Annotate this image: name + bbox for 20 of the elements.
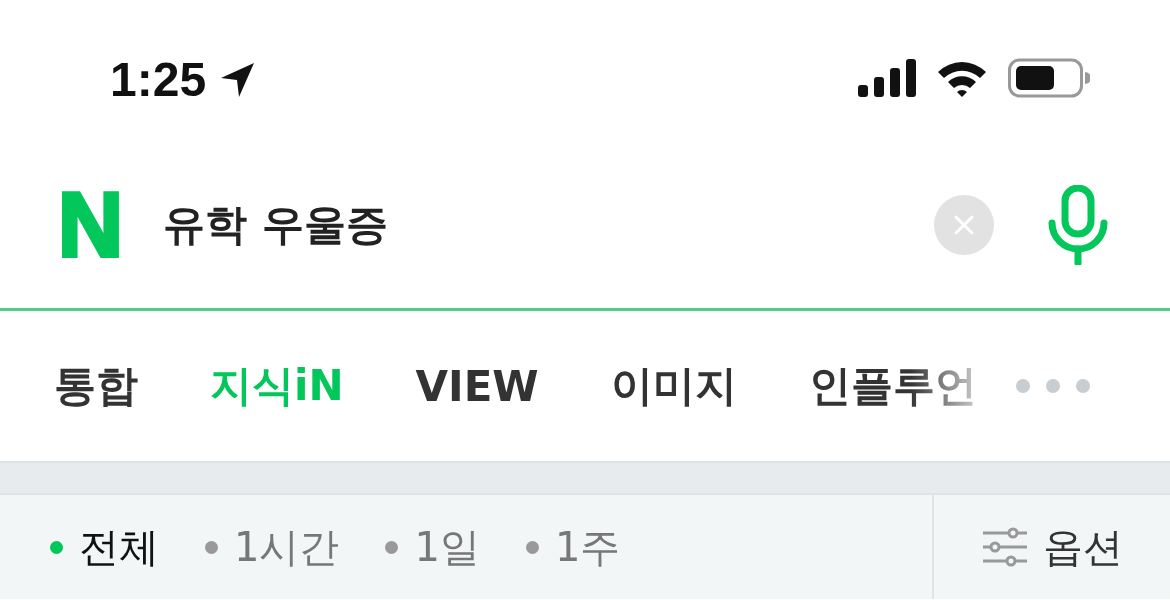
- clear-button[interactable]: [934, 195, 994, 255]
- filter-option[interactable]: 1시간: [205, 519, 340, 575]
- wifi-icon: [936, 59, 988, 97]
- clock-time: 1:25: [110, 52, 207, 107]
- search-field[interactable]: 유학 우울증: [163, 200, 934, 250]
- options-button[interactable]: 옵션: [932, 495, 1170, 599]
- tab[interactable]: 인플루언: [808, 358, 977, 414]
- more-icon[interactable]: [1014, 378, 1091, 394]
- signal-icon: [858, 59, 916, 97]
- filter-option[interactable]: 전체: [50, 519, 159, 575]
- battery-icon: [1008, 58, 1090, 98]
- sliders-icon: [981, 527, 1029, 567]
- logo: N: [58, 180, 123, 270]
- tab[interactable]: VIEW: [415, 361, 539, 411]
- filter-option[interactable]: 1일: [385, 519, 480, 575]
- microphone-icon[interactable]: [1046, 185, 1110, 265]
- filter-option[interactable]: 1주: [525, 519, 621, 575]
- tab[interactable]: 이미지: [610, 358, 737, 414]
- tab[interactable]: 통합: [54, 358, 138, 414]
- close-icon: [953, 214, 975, 236]
